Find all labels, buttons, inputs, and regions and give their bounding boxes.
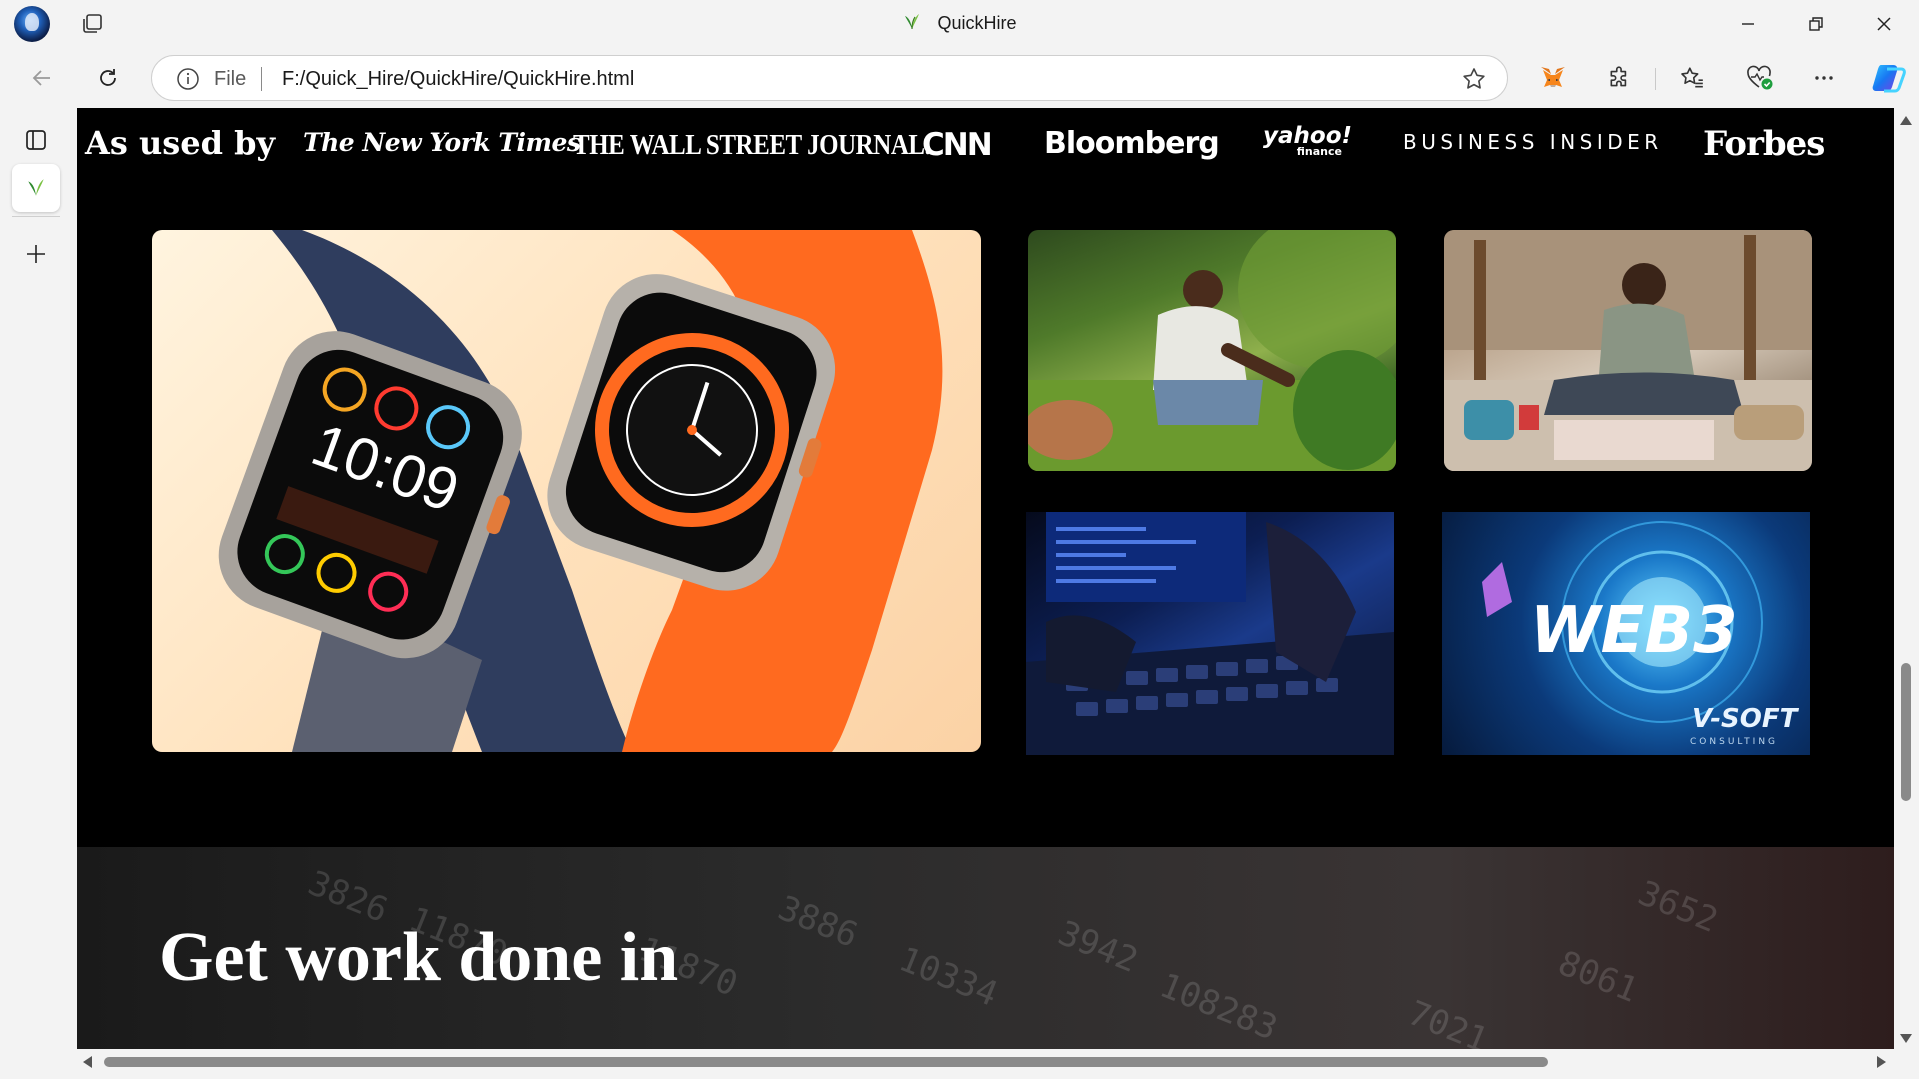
nyt-logo: The New York Times bbox=[303, 128, 581, 157]
copilot-icon[interactable] bbox=[1869, 58, 1909, 98]
address-divider bbox=[261, 67, 262, 91]
favorites-icon[interactable] bbox=[1675, 61, 1709, 95]
browser-essentials-icon[interactable] bbox=[1743, 61, 1777, 95]
minimize-icon bbox=[1742, 23, 1754, 25]
yahoo-finance-logo: yahoo! finance bbox=[1263, 125, 1352, 158]
favorite-star-icon[interactable] bbox=[1461, 66, 1487, 97]
minimize-button[interactable] bbox=[1720, 6, 1776, 42]
gardening-photo bbox=[1028, 230, 1396, 471]
press-logos-strip: As used by The New York Times THE WALL S… bbox=[77, 108, 1894, 208]
vertical-tabs-sidebar bbox=[0, 108, 76, 1079]
vsoft-sub-text: CONSULTING bbox=[1690, 737, 1778, 747]
sidebar-divider bbox=[12, 216, 60, 217]
scroll-right-arrow-icon[interactable] bbox=[1877, 1056, 1886, 1068]
navigation-bar: File F:/Quick_Hire/QuickHire/QuickHire.h… bbox=[0, 48, 1919, 108]
refresh-icon bbox=[100, 69, 116, 86]
url-text[interactable]: F:/Quick_Hire/QuickHire/QuickHire.html bbox=[282, 68, 634, 91]
get-work-done-headline: Get work done in bbox=[159, 919, 679, 996]
restore-button[interactable] bbox=[1788, 6, 1844, 42]
scheme-label: File bbox=[214, 68, 247, 90]
web3-graphic: WEB3 V-SOFT CONSULTING bbox=[1442, 512, 1810, 755]
bloomberg-logo: Bloomberg bbox=[1044, 126, 1220, 161]
vertical-scrollbar[interactable] bbox=[1894, 108, 1919, 1049]
toolbar-divider bbox=[1655, 68, 1656, 90]
window-title-text: QuickHire bbox=[937, 13, 1017, 33]
quickhire-favicon-icon bbox=[902, 12, 922, 37]
business-insider-logo: BUSINESS INSIDER bbox=[1403, 130, 1663, 154]
artist-painting-photo bbox=[1444, 230, 1812, 471]
vsoft-text: V-SOFT bbox=[1692, 704, 1800, 734]
restore-icon bbox=[1809, 17, 1823, 31]
back-icon bbox=[32, 70, 50, 86]
scroll-down-arrow-icon[interactable] bbox=[1900, 1034, 1912, 1043]
horizontal-scrollbar[interactable] bbox=[77, 1049, 1894, 1075]
close-button[interactable] bbox=[1856, 6, 1912, 42]
metamask-extension-icon[interactable] bbox=[1536, 61, 1570, 95]
window-title: QuickHire bbox=[0, 12, 1919, 37]
scroll-left-arrow-icon[interactable] bbox=[83, 1056, 92, 1068]
wsj-logo: THE WALL STREET JOURNAL. bbox=[573, 129, 931, 161]
address-bar[interactable]: File F:/Quick_Hire/QuickHire/QuickHire.h… bbox=[151, 55, 1508, 101]
scroll-up-arrow-icon[interactable] bbox=[1900, 116, 1912, 125]
cnn-logo: CNN bbox=[922, 127, 993, 163]
web-page-viewport: As used by The New York Times THE WALL S… bbox=[77, 108, 1894, 1049]
horizontal-scroll-thumb[interactable] bbox=[104, 1057, 1548, 1067]
more-icon[interactable] bbox=[1807, 61, 1841, 95]
tab-actions-icon[interactable] bbox=[12, 116, 60, 164]
hero-watch-image: 10:09 bbox=[152, 230, 981, 752]
vertical-scroll-thumb[interactable] bbox=[1901, 663, 1911, 801]
close-icon bbox=[1877, 17, 1891, 31]
back-button[interactable] bbox=[24, 60, 60, 96]
new-tab-icon[interactable] bbox=[12, 230, 60, 278]
title-bar: QuickHire bbox=[0, 0, 1919, 48]
web3-text: WEB3 bbox=[1530, 594, 1738, 668]
as-used-by-label: As used by bbox=[85, 124, 276, 162]
forbes-logo: Forbes bbox=[1703, 124, 1825, 164]
extensions-icon[interactable] bbox=[1603, 61, 1637, 95]
info-icon[interactable] bbox=[176, 67, 200, 96]
refresh-button[interactable] bbox=[90, 60, 126, 96]
quickhire-tab-icon[interactable] bbox=[12, 164, 60, 212]
hacker-keyboard-photo bbox=[1026, 512, 1394, 755]
